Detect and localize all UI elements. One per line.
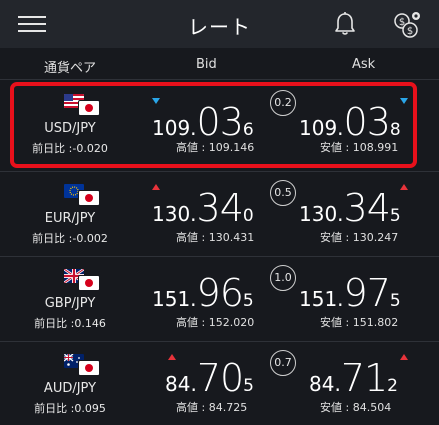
bid-price: 84.705 xyxy=(165,356,254,400)
high-value: 高値 : 130.431 xyxy=(176,231,255,244)
divider xyxy=(0,79,439,80)
spread-badge: 1.0 xyxy=(270,265,296,291)
ask-up-arrow-icon xyxy=(400,354,408,360)
high-value: 高値 : 152.020 xyxy=(176,316,255,329)
ask-price: 84.712 xyxy=(309,356,398,400)
column-header-pair: 通貨ペア xyxy=(44,61,97,76)
currency-flags xyxy=(64,354,104,378)
rate-row-gbpjpy[interactable]: GBP/JPY 前日比 :0.146 151.965 1.0 151.975 高… xyxy=(0,259,439,341)
svg-text:$: $ xyxy=(407,26,413,37)
ask-price: 130.345 xyxy=(299,186,401,230)
ask-up-arrow-icon xyxy=(400,184,408,190)
daily-change: 前日比 :0.146 xyxy=(34,317,106,330)
divider xyxy=(0,341,439,342)
ask-price: 151.975 xyxy=(299,271,401,315)
rate-row-audjpy[interactable]: AUD/JPY 前日比 :0.095 84.705 0.7 84.712 高値 … xyxy=(0,344,439,425)
column-header-bid: Bid xyxy=(196,57,217,72)
bid-price: 130.340 xyxy=(152,186,254,230)
currency-settings-icon[interactable]: $ $ xyxy=(392,10,422,40)
daily-change: 前日比 :0.095 xyxy=(34,402,106,415)
selected-row-highlight xyxy=(10,82,417,168)
jp-flag-icon xyxy=(79,276,99,290)
jp-flag-icon xyxy=(79,191,99,205)
app-header: レート $ $ xyxy=(0,0,439,48)
page-title: レート xyxy=(188,15,251,39)
low-value: 安値 : 84.504 xyxy=(320,401,392,414)
bell-icon[interactable] xyxy=(332,11,358,37)
rate-row-eurjpy[interactable]: EUR/JPY 前日比 :-0.002 130.340 0.5 130.345 … xyxy=(0,174,439,256)
pair-name: GBP/JPY xyxy=(44,296,96,311)
daily-change: 前日比 :-0.002 xyxy=(32,232,108,245)
currency-flags xyxy=(64,184,104,208)
pair-name: EUR/JPY xyxy=(44,211,96,226)
spread-badge: 0.5 xyxy=(270,180,296,206)
low-value: 安値 : 151.802 xyxy=(320,316,399,329)
column-header-ask: Ask xyxy=(352,57,376,72)
divider xyxy=(0,256,439,257)
high-value: 高値 : 84.725 xyxy=(176,401,248,414)
bid-price: 151.965 xyxy=(152,271,254,315)
spread-badge: 0.7 xyxy=(270,350,296,376)
divider xyxy=(0,171,439,172)
pair-name: AUD/JPY xyxy=(43,381,97,396)
low-value: 安値 : 130.247 xyxy=(320,231,399,244)
jp-flag-icon xyxy=(79,361,99,375)
currency-flags xyxy=(64,269,104,293)
